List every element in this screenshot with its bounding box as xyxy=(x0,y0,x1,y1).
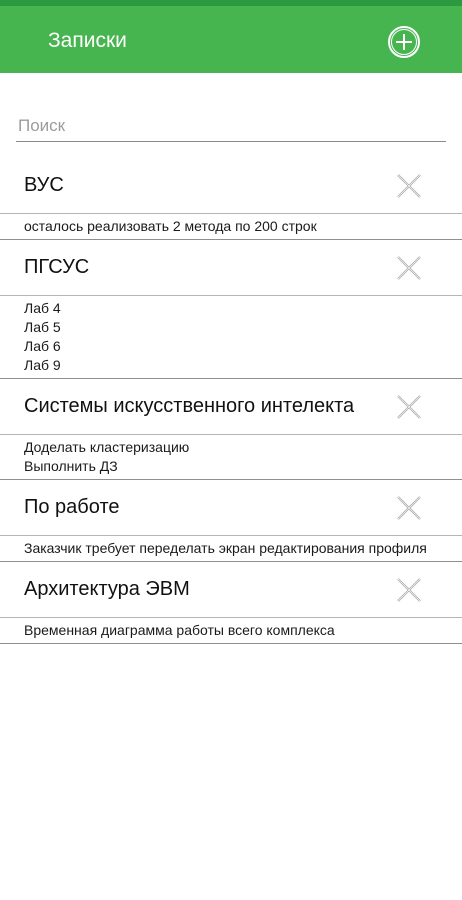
close-icon xyxy=(397,496,421,520)
note-title: ВУС xyxy=(24,174,64,196)
note-line: Выполнить ДЗ xyxy=(24,458,118,474)
note-line: Лаб 4 xyxy=(24,300,61,316)
close-icon xyxy=(397,578,421,602)
note-title: По работе xyxy=(24,496,120,518)
close-icon xyxy=(397,395,421,419)
close-icon xyxy=(397,174,421,198)
note-item[interactable]: Системы искусственного интелекта Доделать… xyxy=(0,379,462,480)
note-line: Лаб 6 xyxy=(24,338,61,354)
note-item[interactable]: ВУС осталось реализовать 2 метода по 200 … xyxy=(0,158,462,240)
note-header: По работе xyxy=(0,480,462,536)
delete-note-button[interactable] xyxy=(396,173,422,199)
note-line: Заказчик требует переделать экран редакт… xyxy=(24,540,427,556)
search-field xyxy=(16,110,446,144)
note-line: осталось реализовать 2 метода по 200 стр… xyxy=(24,218,317,234)
note-body: Временная диаграмма работы всего комплек… xyxy=(0,618,462,643)
delete-note-button[interactable] xyxy=(396,394,422,420)
add-note-button[interactable] xyxy=(386,24,422,60)
note-line: Временная диаграмма работы всего комплек… xyxy=(24,622,335,638)
note-header: ПГСУС xyxy=(0,240,462,296)
note-header: Системы искусственного интелекта xyxy=(0,379,462,435)
notes-list: ВУС осталось реализовать 2 метода по 200 … xyxy=(0,158,462,644)
note-header: ВУС xyxy=(0,158,462,214)
app-title: Записки xyxy=(48,29,127,52)
delete-note-button[interactable] xyxy=(396,577,422,603)
note-body: Лаб 4 Лаб 5 Лаб 6 Лаб 9 xyxy=(0,296,462,378)
note-item[interactable]: ПГСУС Лаб 4 Лаб 5 Лаб 6 Лаб 9 xyxy=(0,240,462,379)
search-input[interactable] xyxy=(16,110,446,142)
note-line: Лаб 9 xyxy=(24,357,61,373)
app-bar: Записки xyxy=(0,6,462,73)
delete-note-button[interactable] xyxy=(396,495,422,521)
note-body: Доделать кластеризацию Выполнить ДЗ xyxy=(0,435,462,479)
note-item[interactable]: Архитектура ЭВМ Временная диаграмма работ… xyxy=(0,562,462,644)
note-header: Архитектура ЭВМ xyxy=(0,562,462,618)
note-title: Архитектура ЭВМ xyxy=(24,578,190,600)
note-body: Заказчик требует переделать экран редакт… xyxy=(0,536,462,561)
note-item[interactable]: По работе Заказчик требует переделать экр… xyxy=(0,480,462,562)
note-title: ПГСУС xyxy=(24,256,90,278)
note-line: Лаб 5 xyxy=(24,319,61,335)
note-line: Доделать кластеризацию xyxy=(24,439,190,455)
note-body: осталось реализовать 2 метода по 200 стр… xyxy=(0,214,462,239)
plus-circle-icon xyxy=(388,26,420,58)
note-title: Системы искусственного интелекта xyxy=(24,395,355,417)
delete-note-button[interactable] xyxy=(396,255,422,281)
close-icon xyxy=(397,256,421,280)
